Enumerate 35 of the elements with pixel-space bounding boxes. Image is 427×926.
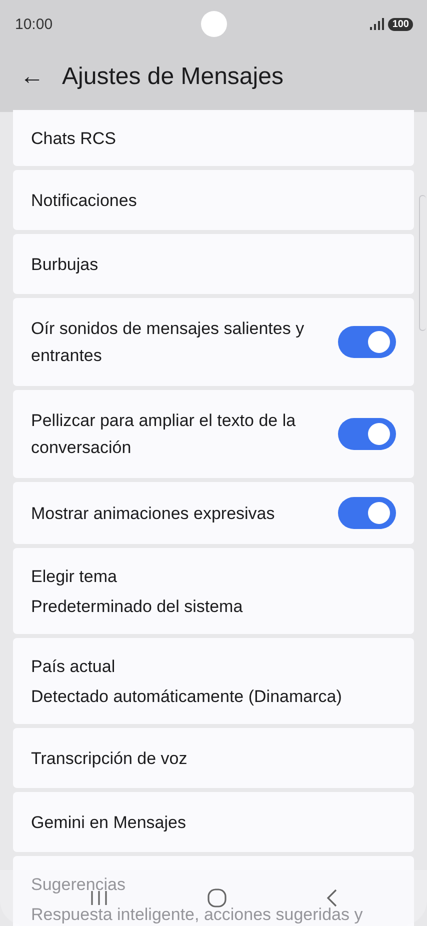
toggle-switch[interactable] bbox=[338, 326, 396, 358]
item-title: Pellizcar para ampliar el texto de la conversación bbox=[31, 410, 297, 459]
settings-item[interactable]: Notificaciones bbox=[13, 170, 414, 230]
settings-item[interactable]: Transcripción de voz bbox=[13, 728, 414, 788]
item-subtitle: Predeterminado del sistema bbox=[31, 596, 244, 618]
battery-level: 100 bbox=[388, 18, 413, 30]
status-time: 10:00 bbox=[15, 16, 53, 32]
item-title: Chats RCS bbox=[31, 128, 118, 150]
back-button[interactable]: ← bbox=[20, 63, 44, 91]
settings-item[interactable]: Elegir tema Predeterminado del sistema bbox=[13, 548, 414, 634]
signal-icon bbox=[370, 18, 384, 30]
toggle-switch[interactable] bbox=[338, 418, 396, 450]
back-icon[interactable] bbox=[326, 888, 338, 908]
toggle-switch[interactable] bbox=[338, 497, 396, 529]
page-title: Ajustes de Mensajes bbox=[62, 63, 284, 91]
item-title: Burbujas bbox=[31, 254, 100, 276]
item-title: Sugerencias bbox=[31, 874, 127, 896]
item-title: Oír sonidos de mensajes salientes y entrantes bbox=[31, 318, 306, 367]
settings-item[interactable]: Chats RCS bbox=[13, 110, 414, 166]
settings-item[interactable]: Gemini en Mensajes bbox=[13, 792, 414, 852]
item-title: Elegir tema bbox=[31, 566, 118, 588]
item-title: País actual bbox=[31, 656, 116, 678]
item-subtitle: Detectado automáticamente (Dinamarca) bbox=[31, 686, 343, 708]
settings-item[interactable]: Oír sonidos de mensajes salientes y entrantes bbox=[13, 298, 414, 386]
settings-item[interactable]: Pellizcar para ampliar el texto de la conversación bbox=[13, 390, 414, 478]
camera-cutout bbox=[201, 11, 227, 37]
item-title: Gemini en Mensajes bbox=[31, 812, 187, 834]
home-icon[interactable] bbox=[206, 888, 226, 908]
item-title: Notificaciones bbox=[31, 190, 138, 212]
settings-item[interactable]: País actual Detectado automáticamente (Dinamarca) bbox=[13, 638, 414, 724]
settings-item[interactable]: Mostrar animaciones expresivas bbox=[13, 482, 414, 544]
settings-item[interactable]: Burbujas bbox=[13, 234, 414, 294]
item-subtitle: Respuesta inteligente, acciones sugeridas y bbox=[31, 904, 364, 926]
item-title: Mostrar animaciones expresivas bbox=[31, 502, 276, 524]
item-title: Transcripción de voz bbox=[31, 748, 188, 770]
